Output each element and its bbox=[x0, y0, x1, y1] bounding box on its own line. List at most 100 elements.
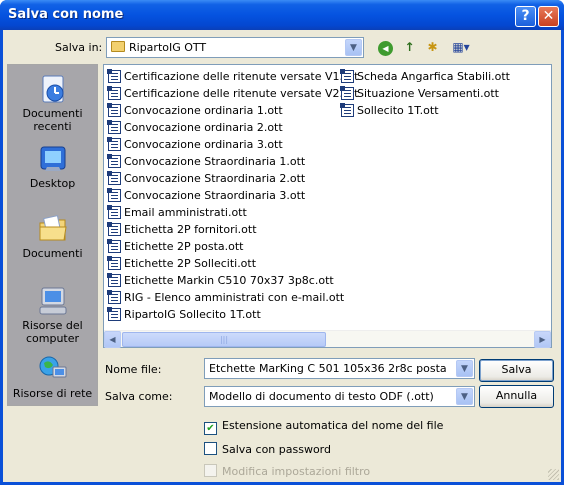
filetype-label: Salva come: bbox=[105, 390, 173, 403]
close-button[interactable]: ✕ bbox=[538, 6, 559, 27]
save-button[interactable]: Salva bbox=[479, 359, 554, 382]
file-name: Etichette Markin C510 70x37 3p8c.ott bbox=[124, 274, 334, 287]
file-name: Certificazione delle ritenute versate V2… bbox=[124, 87, 359, 100]
file-item[interactable]: Etichetta 2P fornitori.ott bbox=[107, 221, 358, 238]
dialog-client: Salva in: RipartoIG OTT ▼ ◀ ↑ ✱ ▦▾ Docum… bbox=[3, 30, 561, 482]
network-icon bbox=[37, 353, 69, 385]
filename-input[interactable]: Etchette MarKing C 501 105x36 2r8c posta bbox=[209, 362, 447, 375]
file-name: Convocazione Straordinaria 3.ott bbox=[124, 189, 306, 202]
file-name: RipartoIG Sollecito 1T.ott bbox=[124, 308, 261, 321]
chevron-down-icon[interactable]: ▼ bbox=[345, 39, 362, 56]
file-item[interactable]: Etichette Markin C510 70x37 3p8c.ott bbox=[107, 272, 358, 289]
place-label: Risorse del computer bbox=[22, 319, 83, 345]
template-file-icon bbox=[107, 188, 121, 202]
file-name: Sollecito 1T.ott bbox=[357, 104, 439, 117]
save-with-password-checkbox[interactable]: Salva con password bbox=[204, 442, 331, 456]
save-in-value: RipartoIG OTT bbox=[129, 41, 207, 54]
file-item[interactable]: Convocazione Straordinaria 2.ott bbox=[107, 170, 358, 187]
desktop-icon bbox=[37, 143, 69, 175]
save-in-combo[interactable]: RipartoIG OTT ▼ bbox=[106, 37, 364, 58]
cancel-button[interactable]: Annulla bbox=[479, 385, 554, 408]
resize-grip[interactable] bbox=[548, 469, 559, 480]
chevron-down-icon[interactable]: ▼ bbox=[456, 360, 473, 377]
window-title: Salva con nome bbox=[8, 7, 124, 22]
file-name: Certificazione delle ritenute versate V1… bbox=[124, 70, 359, 83]
file-list[interactable]: Certificazione delle ritenute versate V1… bbox=[103, 64, 552, 348]
file-item[interactable]: Etichette 2P Solleciti.ott bbox=[107, 255, 358, 272]
file-name: Scheda Angarfica Stabili.ott bbox=[357, 70, 510, 83]
chevron-down-icon[interactable]: ▼ bbox=[456, 388, 473, 405]
views-menu-button[interactable]: ▦▾ bbox=[448, 38, 474, 57]
back-button[interactable]: ◀ bbox=[376, 38, 395, 57]
auto-extension-checkbox[interactable]: ✔ Estensione automatica del nome del file bbox=[204, 419, 443, 435]
template-file-icon bbox=[107, 86, 121, 100]
template-file-icon bbox=[107, 222, 121, 236]
filename-label: Nome file: bbox=[105, 363, 162, 376]
filename-combo[interactable]: Etchette MarKing C 501 105x36 2r8c posta… bbox=[204, 358, 475, 379]
file-item[interactable]: Sollecito 1T.ott bbox=[340, 102, 510, 119]
file-item[interactable]: RipartoIG Sollecito 1T.ott bbox=[107, 306, 358, 323]
place-label: Documenti recenti bbox=[22, 107, 83, 133]
file-item[interactable]: RIG - Elenco amministrati con e-mail.ott bbox=[107, 289, 358, 306]
file-item[interactable]: Certificazione delle ritenute versate V1… bbox=[107, 68, 358, 85]
place-my-computer[interactable]: Risorse del computer bbox=[8, 285, 97, 345]
filetype-value: Modello di documento di testo ODF (.ott) bbox=[209, 390, 434, 403]
up-one-level-button[interactable]: ↑ bbox=[400, 38, 419, 57]
file-name: Email amministrati.ott bbox=[124, 206, 247, 219]
file-name: Convocazione ordinaria 2.ott bbox=[124, 121, 283, 134]
place-recent-documents[interactable]: Documenti recenti bbox=[8, 73, 97, 133]
scroll-left-button[interactable]: ◀ bbox=[104, 331, 121, 348]
file-name: Convocazione ordinaria 3.ott bbox=[124, 138, 283, 151]
file-item[interactable]: Convocazione ordinaria 1.ott bbox=[107, 102, 358, 119]
file-item[interactable]: Situazione Versamenti.ott bbox=[340, 85, 510, 102]
views-icon: ▦▾ bbox=[452, 40, 470, 54]
place-network[interactable]: Risorse di rete bbox=[8, 353, 97, 400]
template-file-icon bbox=[340, 69, 354, 83]
template-file-icon bbox=[107, 307, 121, 321]
checkbox-box[interactable] bbox=[204, 442, 217, 455]
back-icon: ◀ bbox=[378, 41, 393, 56]
new-folder-button[interactable]: ✱ bbox=[423, 38, 442, 57]
file-item[interactable]: Convocazione ordinaria 3.ott bbox=[107, 136, 358, 153]
my-computer-icon bbox=[37, 285, 69, 317]
title-bar[interactable]: Salva con nome ? ✕ bbox=[0, 0, 564, 30]
template-file-icon bbox=[107, 256, 121, 270]
template-file-icon bbox=[107, 205, 121, 219]
file-name: RIG - Elenco amministrati con e-mail.ott bbox=[124, 291, 345, 304]
file-item[interactable]: Convocazione ordinaria 2.ott bbox=[107, 119, 358, 136]
file-item[interactable]: Convocazione Straordinaria 3.ott bbox=[107, 187, 358, 204]
my-documents-icon bbox=[37, 213, 69, 245]
scrollbar-thumb[interactable]: ||| bbox=[122, 332, 326, 347]
file-name: Situazione Versamenti.ott bbox=[357, 87, 499, 100]
place-my-documents[interactable]: Documenti bbox=[8, 213, 97, 260]
file-name: Convocazione ordinaria 1.ott bbox=[124, 104, 283, 117]
help-button[interactable]: ? bbox=[515, 6, 536, 27]
dialog-window: Salva con nome ? ✕ Salva in: RipartoIG O… bbox=[0, 0, 564, 485]
template-file-icon bbox=[107, 239, 121, 253]
filetype-combo[interactable]: Modello di documento di testo ODF (.ott)… bbox=[204, 386, 475, 407]
checkbox-label: Modifica impostazioni filtro bbox=[222, 465, 371, 478]
file-item[interactable]: Convocazione Straordinaria 1.ott bbox=[107, 153, 358, 170]
template-file-icon bbox=[107, 103, 121, 117]
file-item[interactable]: Etichette 2P posta.ott bbox=[107, 238, 358, 255]
template-file-icon bbox=[107, 273, 121, 287]
file-name: Convocazione Straordinaria 2.ott bbox=[124, 172, 306, 185]
place-label: Desktop bbox=[29, 177, 76, 190]
folder-icon bbox=[111, 41, 125, 52]
template-file-icon bbox=[107, 171, 121, 185]
file-name: Etichetta 2P fornitori.ott bbox=[124, 223, 257, 236]
template-file-icon bbox=[107, 154, 121, 168]
template-file-icon bbox=[340, 86, 354, 100]
places-bar: Documenti recenti Desktop Documenti Riso… bbox=[7, 64, 98, 406]
template-file-icon bbox=[107, 69, 121, 83]
checkbox-label: Salva con password bbox=[222, 443, 331, 456]
file-item[interactable]: Email amministrati.ott bbox=[107, 204, 358, 221]
place-desktop[interactable]: Desktop bbox=[8, 143, 97, 190]
edit-filter-settings-checkbox: Modifica impostazioni filtro bbox=[204, 464, 370, 478]
horizontal-scrollbar[interactable]: ◀ ||| ▶ bbox=[104, 330, 551, 348]
checkbox-box[interactable]: ✔ bbox=[204, 422, 217, 435]
file-item[interactable]: Certificazione delle ritenute versate V2… bbox=[107, 85, 358, 102]
scroll-right-button[interactable]: ▶ bbox=[534, 331, 551, 348]
file-item[interactable]: Scheda Angarfica Stabili.ott bbox=[340, 68, 510, 85]
template-file-icon bbox=[340, 103, 354, 117]
